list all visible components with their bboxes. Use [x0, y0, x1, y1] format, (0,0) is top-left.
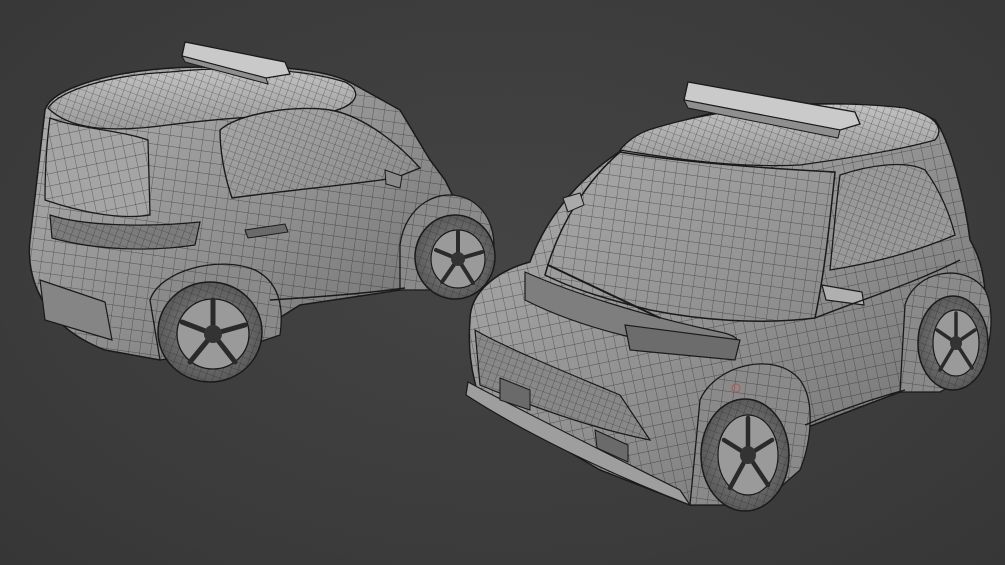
- 3d-viewport[interactable]: [0, 0, 1005, 565]
- left-car-rear-wheel: [157, 281, 263, 383]
- left-car-front-wheel: [414, 214, 496, 300]
- scene-render: [28, 41, 992, 512]
- right-car-front-wheel: [700, 398, 790, 512]
- car-left-model: [28, 41, 496, 383]
- car-right-model: [465, 81, 992, 512]
- right-car-rear-wheel: [917, 295, 989, 391]
